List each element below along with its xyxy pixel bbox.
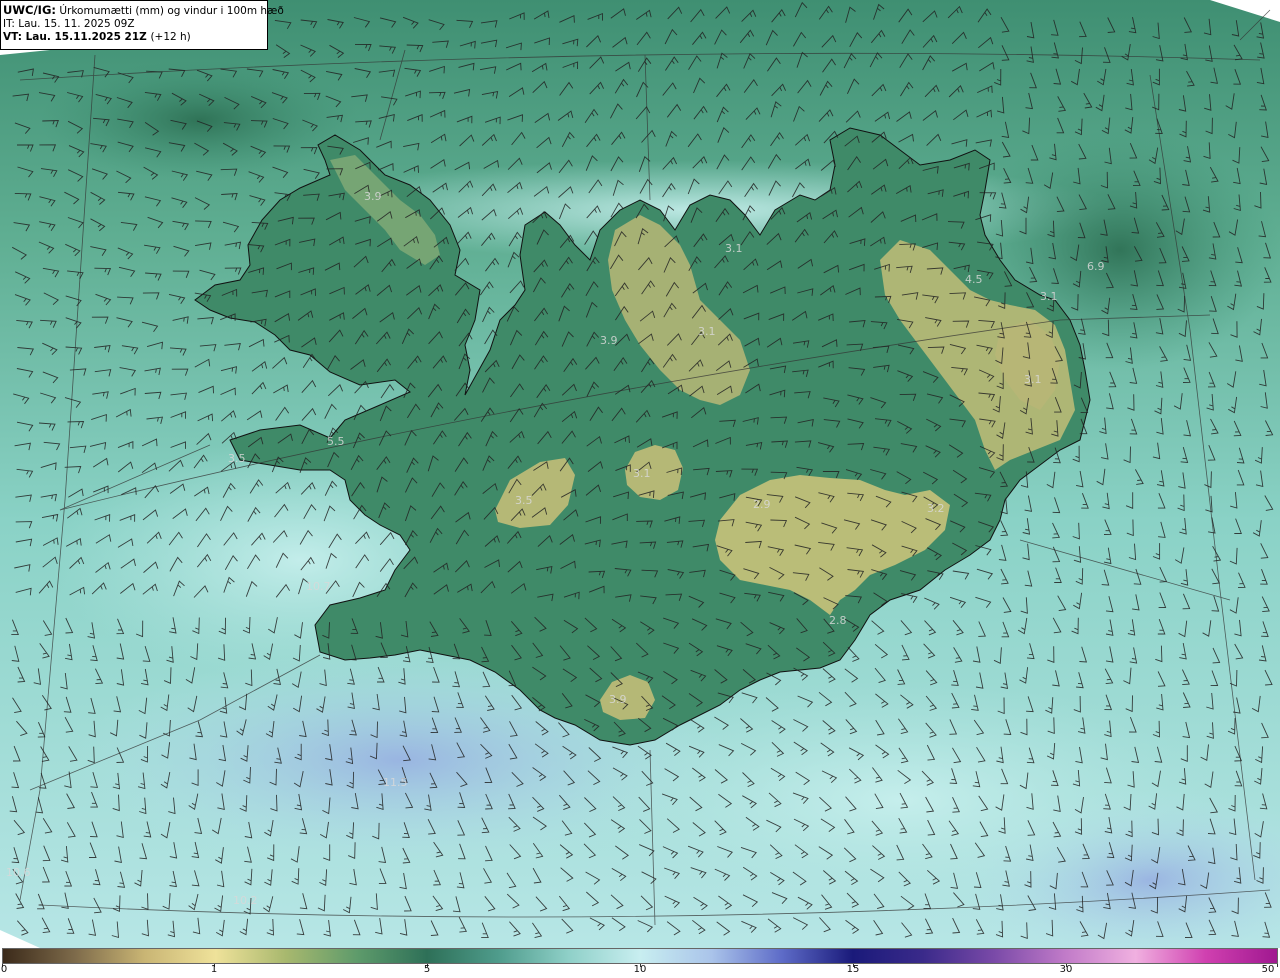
forecast-offset: (+12 h) bbox=[150, 31, 191, 43]
colorbar-label: 50 bbox=[1261, 964, 1275, 975]
map-value-label: 5.5 bbox=[327, 435, 345, 448]
map-value-label: 2.8 bbox=[829, 614, 847, 627]
colorbar-label: 0 bbox=[0, 964, 8, 975]
colorbar-label: 10 bbox=[633, 964, 647, 975]
colorbar-legend: 0 1 5 10 15 30 50 bbox=[0, 948, 1280, 978]
map-value-label: 3.1 bbox=[698, 325, 716, 338]
map-title-line: UWC/IG: Úrkomumætti (mm) og vindur i 100… bbox=[3, 3, 284, 18]
colorbar-label: 1 bbox=[210, 964, 218, 975]
map-value-label: 4.5 bbox=[965, 273, 983, 286]
map-canvas[interactable]: 3.9 3.1 4.5 6.9 3.1 3.1 3.9 3.5 3.5 3.1 … bbox=[0, 0, 1280, 948]
product-code: UWC/IG: bbox=[3, 3, 56, 17]
map-value-label: 3.9 bbox=[600, 334, 618, 347]
colorbar-tick bbox=[1277, 964, 1278, 967]
colorbar-label: 15 bbox=[846, 964, 860, 975]
valid-time: VT: Lau. 15.11.2025 21Z bbox=[3, 31, 147, 43]
map-value-label: 10.6 bbox=[6, 866, 31, 879]
map-value-label: 3.1 bbox=[725, 242, 743, 255]
colorbar-label: 30 bbox=[1059, 964, 1073, 975]
map-value-label: 3.1 bbox=[1040, 290, 1058, 303]
map-value-label: 10.2 bbox=[233, 894, 258, 907]
map-value-label: 3.1 bbox=[633, 467, 651, 480]
colorbar-label: 5 bbox=[423, 964, 431, 975]
map-value-label: 3.1 bbox=[1024, 373, 1042, 386]
map-info-box: UWC/IG: Úrkomumætti (mm) og vindur i 100… bbox=[0, 0, 284, 50]
map-value-label: 10.7 bbox=[306, 580, 331, 593]
init-time: IT: Lau. 15. 11. 2025 09Z bbox=[3, 18, 135, 30]
map-value-label: 3.5 bbox=[228, 452, 246, 465]
map-value-label: 3.9 bbox=[609, 693, 627, 706]
map-value-label: 2.9 bbox=[753, 498, 771, 511]
colorbar-strip bbox=[2, 948, 1278, 964]
map-value-label: 3.5 bbox=[515, 494, 533, 507]
map-value-label: 6.9 bbox=[1087, 260, 1105, 273]
map-value-label: 3.2 bbox=[927, 502, 945, 515]
map-view[interactable]: 3.9 3.1 4.5 6.9 3.1 3.1 3.9 3.5 3.5 3.1 … bbox=[0, 0, 1280, 948]
map-title: Úrkomumætti (mm) og vindur i 100m hæð bbox=[59, 5, 284, 17]
map-value-label: 3.9 bbox=[364, 190, 382, 203]
valid-time-line: VT: Lau. 15.11.2025 21Z (+12 h) bbox=[3, 31, 267, 44]
map-value-label: 11.5 bbox=[383, 776, 408, 789]
